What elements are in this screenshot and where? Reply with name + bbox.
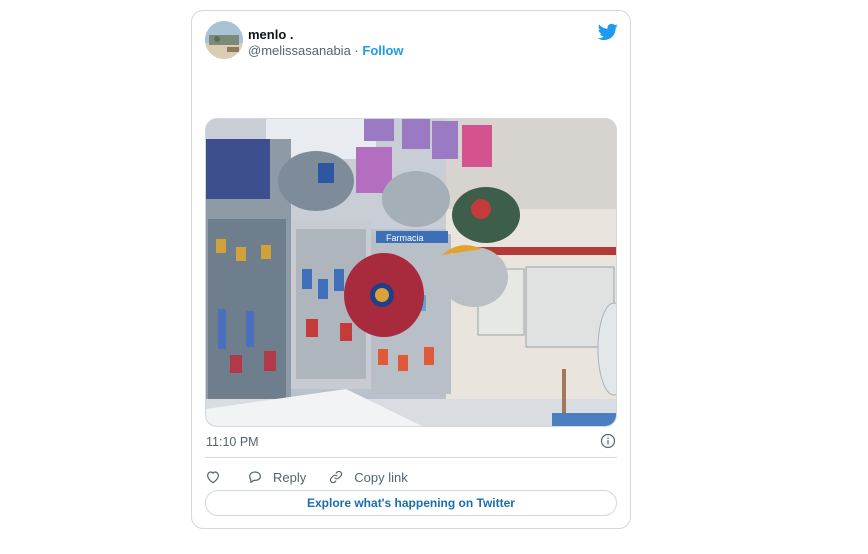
explore-twitter-button[interactable]: Explore what's happening on Twitter [205,490,617,516]
divider [205,457,617,458]
reply-button[interactable]: Reply [247,469,306,485]
author-display-name[interactable]: menlo . [248,27,294,42]
copy-link-label: Copy link [354,469,408,485]
link-icon [330,470,343,484]
copy-link-button[interactable]: Copy link [328,469,408,485]
author-handle-line: @melissasanabia · Follow [248,43,404,58]
tweet-card: menlo . @melissasanabia · Follow Farmaci… [191,10,631,529]
reply-icon [249,471,261,483]
heart-icon [207,471,219,484]
avatar[interactable] [205,21,243,59]
handle-separator: · [350,43,363,58]
tweet-photo[interactable]: Farmacia [205,118,617,427]
like-button[interactable] [205,469,221,485]
follow-link[interactable]: Follow [362,43,403,58]
farmacia-sign: Farmacia [386,233,424,243]
tweet-timestamp[interactable]: 11:10 PM [206,435,259,449]
info-icon[interactable] [600,433,616,449]
twitter-bird-icon[interactable] [598,23,618,41]
reply-label: Reply [273,469,307,485]
author-handle[interactable]: @melissasanabia [248,43,351,58]
tweet-actions: Reply Copy link [205,466,430,488]
